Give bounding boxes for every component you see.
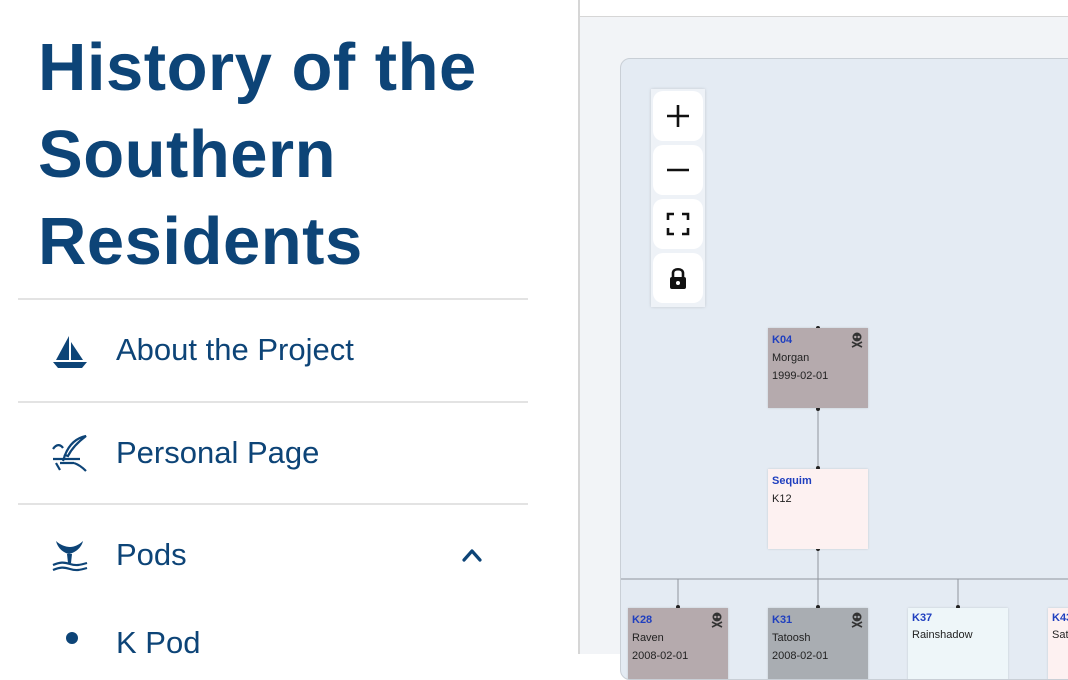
fit-view-button[interactable]	[653, 199, 703, 249]
whale-tail-icon	[50, 535, 90, 575]
sub-item-label: K Pod	[116, 625, 201, 660]
node-name: Saturna	[1052, 629, 1068, 641]
node-name: Rainshadow	[912, 629, 973, 641]
skull-crossbones-icon	[851, 332, 863, 348]
node-id: K04	[772, 334, 793, 346]
site-title-line-2: Southern	[38, 117, 337, 192]
tree-node-sequim[interactable]: Sequim K12	[768, 469, 868, 549]
node-name: Raven	[632, 632, 664, 644]
bullet-icon	[66, 632, 78, 644]
nav-label-about-project: About the Project	[116, 332, 354, 367]
node-id: Sequim	[772, 475, 812, 487]
zoom-out-icon	[667, 168, 689, 172]
family-tree-panel: K04 Morgan 1999-02-01 Sequim K12 K28 Rav…	[580, 0, 1068, 680]
tree-node-k37[interactable]: K37 Rainshadow	[908, 608, 1008, 679]
family-tree-canvas[interactable]: K04 Morgan 1999-02-01 Sequim K12 K28 Rav…	[620, 58, 1068, 680]
tree-node-k04[interactable]: K04 Morgan 1999-02-01	[768, 328, 868, 408]
lock-button[interactable]	[653, 253, 703, 303]
tree-node-k43[interactable]: K43 Saturna	[1048, 608, 1068, 679]
node-subtitle: K12	[772, 493, 792, 505]
site-title: History of the Southern Residents	[38, 24, 477, 285]
lock-icon	[670, 267, 686, 289]
node-id: K28	[632, 614, 653, 626]
chevron-up-icon[interactable]	[460, 543, 484, 567]
skull-crossbones-icon	[711, 612, 723, 628]
writing-quill-icon	[50, 433, 90, 473]
zoom-in-icon	[667, 105, 689, 127]
site-title-line-3: Residents	[38, 204, 363, 279]
node-date: 1999-02-01	[772, 370, 829, 382]
sub-item-k-pod[interactable]: K Pod	[18, 610, 528, 670]
skull-crossbones-icon	[851, 612, 863, 628]
node-id: K31	[772, 614, 793, 626]
nav-item-personal-page[interactable]: Personal Page	[18, 403, 528, 503]
nav-item-about-project[interactable]: About the Project	[18, 300, 528, 400]
zoom-in-button[interactable]	[653, 91, 703, 141]
tree-node-k28[interactable]: K28 Raven 2008-02-01	[628, 608, 728, 679]
node-name: Tatoosh	[772, 632, 811, 644]
node-id: K37	[912, 612, 933, 624]
site-title-line-1: History of the	[38, 30, 477, 105]
nav-label-personal-page: Personal Page	[116, 435, 320, 470]
zoom-out-button[interactable]	[653, 145, 703, 195]
top-bar	[580, 0, 1068, 17]
node-date: 2008-02-01	[632, 650, 689, 662]
node-date: 2008-02-01	[772, 650, 829, 662]
fit-view-icon	[666, 212, 690, 236]
tree-node-k31[interactable]: K31 Tatoosh 2008-02-01	[768, 608, 868, 679]
node-id: K43	[1052, 612, 1068, 624]
nav-label-pods: Pods	[116, 537, 187, 572]
tree-controls	[651, 89, 705, 307]
sidebar: History of the Southern Residents About …	[0, 0, 578, 660]
sailboat-icon	[50, 330, 90, 370]
nav-item-pods[interactable]: Pods	[18, 505, 528, 605]
node-name: Morgan	[772, 352, 810, 364]
